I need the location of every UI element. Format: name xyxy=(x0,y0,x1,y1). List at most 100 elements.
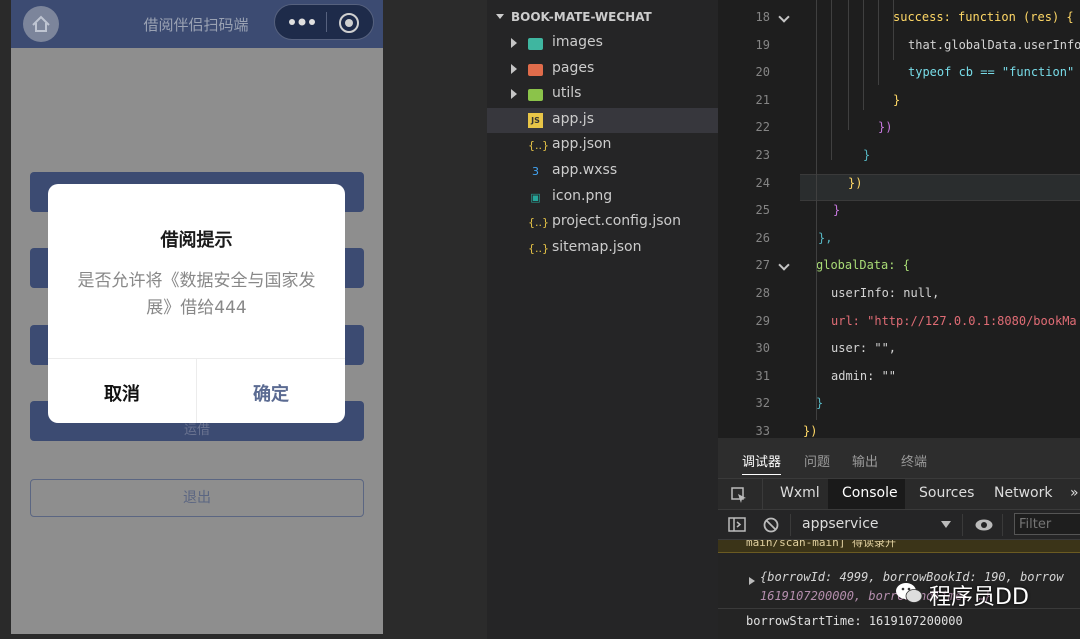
explorer-item-app-js[interactable]: JS app.js xyxy=(487,107,718,133)
explorer-item-project-config-json[interactable]: {..} project.config.json xyxy=(487,210,718,235)
inspect-element-icon[interactable] xyxy=(730,486,748,504)
folder-pages-icon xyxy=(528,63,543,76)
logout-button[interactable]: 退出 xyxy=(30,479,364,517)
more-dots-icon[interactable] xyxy=(285,15,321,29)
line-number: 31 xyxy=(755,368,770,383)
code-line: }, xyxy=(818,230,833,245)
tab-network[interactable]: Network xyxy=(994,485,1052,501)
line-number: 29 xyxy=(755,313,770,328)
line-number: 19 xyxy=(755,37,770,52)
sidebar-toggle-icon[interactable] xyxy=(728,516,746,534)
code-line: } xyxy=(863,148,871,162)
indent-guide xyxy=(816,0,817,420)
project-name: BOOK-MATE-WECHAT xyxy=(511,10,652,24)
clear-console-icon[interactable] xyxy=(762,516,780,534)
fold-chevron-icon[interactable] xyxy=(778,11,790,23)
dialog-confirm-button[interactable]: 确定 xyxy=(197,380,345,406)
tab-debugger[interactable]: 调试器 xyxy=(742,451,782,475)
explorer-item-app-json[interactable]: {..} app.json xyxy=(487,133,718,158)
line-number: 30 xyxy=(755,341,770,356)
line-number: 22 xyxy=(755,120,770,135)
json-file-icon: {..} xyxy=(528,139,549,153)
line-number: 26 xyxy=(755,230,770,245)
watermark: 程序员DD xyxy=(895,574,1080,614)
line-number: 20 xyxy=(755,65,770,80)
code-line: success: function (res) { xyxy=(893,10,1074,24)
tab-terminal[interactable]: 终端 xyxy=(901,451,927,470)
console-toolbar: appservice xyxy=(718,510,1080,540)
watermark-text: 程序员DD xyxy=(929,585,1029,610)
tab-console[interactable]: Console xyxy=(842,485,898,501)
line-number: 23 xyxy=(755,148,770,162)
context-select[interactable]: appservice xyxy=(802,516,879,532)
explorer-item-label: icon.png xyxy=(552,187,613,204)
explorer-item-images[interactable]: images xyxy=(487,31,718,56)
explorer-item-icon-png[interactable]: ▣ icon.png xyxy=(487,185,718,210)
line-number: 27 xyxy=(755,258,770,273)
code-line: }) xyxy=(878,120,893,135)
json-file-icon: {..} xyxy=(528,241,549,255)
tab-problems[interactable]: 问题 xyxy=(804,451,830,470)
explorer-item-sitemap-json[interactable]: {..} sitemap.json xyxy=(487,236,718,261)
panel-gap xyxy=(383,0,487,639)
tab-output[interactable]: 输出 xyxy=(852,451,878,470)
explorer-item-label: app.js xyxy=(552,110,594,127)
line-number: 33 xyxy=(755,424,770,438)
eye-icon[interactable] xyxy=(974,516,994,534)
explorer-item-label: project.config.json xyxy=(552,213,681,230)
code-line: } xyxy=(816,396,824,411)
code-line: } xyxy=(833,203,841,218)
filter-input[interactable] xyxy=(1014,513,1080,535)
nav-bar: 借阅伴侣扫码端 xyxy=(11,0,383,48)
json-file-icon: {..} xyxy=(528,216,549,230)
dropdown-arrow-icon xyxy=(941,521,951,528)
line-number: 28 xyxy=(755,286,770,300)
explorer-item-app-wxss[interactable]: 3 app.wxss xyxy=(487,159,718,184)
explorer-item-label: app.json xyxy=(552,136,612,153)
chevron-down-icon xyxy=(496,14,504,19)
explorer-item-label: sitemap.json xyxy=(552,238,642,255)
code-line: } xyxy=(893,92,901,107)
file-explorer: BOOK-MATE-WECHAT images pages utils JS app.j… xyxy=(487,0,718,639)
tab-wxml[interactable]: Wxml xyxy=(780,485,820,501)
code-line: }) xyxy=(803,424,818,438)
explorer-item-pages[interactable]: pages xyxy=(487,57,718,82)
more-tabs-button[interactable]: » xyxy=(1070,485,1079,501)
tab-sources[interactable]: Sources xyxy=(919,485,974,501)
indent-guide xyxy=(831,0,832,160)
line-number: 21 xyxy=(755,92,770,107)
line-number: 18 xyxy=(755,10,770,24)
code-line: user: "", xyxy=(831,341,897,356)
code-editor[interactable]: 18 success: function (res) {19 that.global… xyxy=(718,0,1080,438)
line-number: 32 xyxy=(755,396,770,411)
explorer-item-utils[interactable]: utils xyxy=(487,82,718,107)
chevron-right-icon xyxy=(511,89,517,100)
dialog-message: 是否允许将《数据安全与国家发展》借给444 xyxy=(77,271,316,318)
explorer-item-label: utils xyxy=(552,85,582,102)
code-line: globalData: { xyxy=(816,258,910,273)
line-number: 25 xyxy=(755,203,770,218)
dialog-cancel-button[interactable]: 取消 xyxy=(48,380,196,406)
css-file-icon: 3 xyxy=(532,165,539,178)
indent-guide xyxy=(893,0,894,60)
code-line: }) xyxy=(848,175,863,190)
expand-arrow-icon[interactable] xyxy=(749,577,755,585)
indent-guide xyxy=(848,0,849,130)
close-circle-icon[interactable] xyxy=(337,11,361,35)
console-partial-text: main/scan-main] 得读录开 xyxy=(746,540,896,549)
console-log-line: borrowStartTime: 1619107200000 xyxy=(746,614,963,628)
js-file-icon: JS xyxy=(528,112,543,128)
explorer-item-label: app.wxss xyxy=(552,162,618,178)
folder-images-icon xyxy=(528,38,543,50)
code-line: url: "http://127.0.0.1:8080/bookMa xyxy=(831,313,1077,328)
code-line: admin: "" xyxy=(831,368,897,383)
fold-chevron-icon[interactable] xyxy=(778,259,790,272)
project-header[interactable]: BOOK-MATE-WECHAT xyxy=(487,8,718,28)
wechat-icon xyxy=(896,583,923,603)
chevron-right-icon xyxy=(511,38,517,48)
capsule-menu xyxy=(274,4,374,40)
home-icon xyxy=(32,15,50,32)
current-line-highlight xyxy=(800,174,1080,201)
panel-tab-bar: 调试器 问题 输出 终端 xyxy=(718,438,1080,478)
home-button[interactable] xyxy=(23,6,59,42)
